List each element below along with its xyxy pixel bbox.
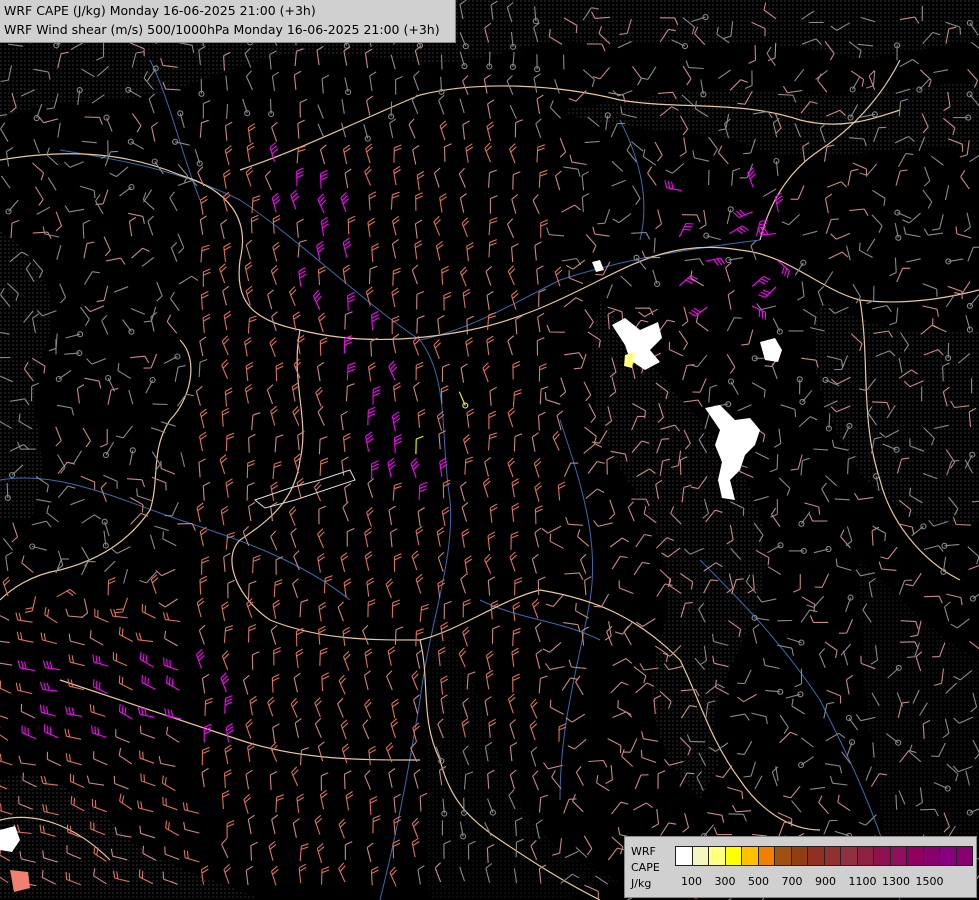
legend-tick: 1100 <box>848 875 877 888</box>
legend-model-label: WRF <box>631 845 656 858</box>
legend-swatch <box>741 846 759 866</box>
legend-tick: 100 <box>681 875 702 888</box>
legend-swatch <box>823 846 841 866</box>
legend-swatch <box>889 846 907 866</box>
legend-swatch <box>675 846 693 866</box>
wind-barb <box>6 482 9 498</box>
legend-swatch <box>922 846 940 866</box>
wind-barb <box>947 342 950 359</box>
legend-swatch <box>774 846 792 866</box>
legend-swatch <box>939 846 957 866</box>
legend-tick: 500 <box>748 875 769 888</box>
legend-swatch <box>906 846 924 866</box>
legend-tick: 900 <box>815 875 836 888</box>
wind-barb <box>152 403 168 406</box>
wind-barb <box>488 51 491 67</box>
legend-swatch <box>955 846 973 866</box>
title-cape: WRF CAPE (J/kg) Monday 16-06-2025 21:00 … <box>4 3 316 18</box>
legend-swatch <box>840 846 858 866</box>
map-title-box: WRF CAPE (J/kg) Monday 16-06-2025 21:00 … <box>0 0 456 43</box>
legend-unit-label: J/kg <box>631 877 652 890</box>
cape-legend: WRF CAPE J/kg 100 300 500 700 900 1100 1300 150… <box>624 836 977 898</box>
legend-swatch <box>807 846 825 866</box>
legend-field-label: CAPE <box>631 861 660 874</box>
legend-swatch <box>691 846 709 866</box>
legend-swatch <box>856 846 874 866</box>
legend-swatch <box>757 846 775 866</box>
legend-tick: 700 <box>781 875 803 888</box>
legend-swatch <box>873 846 891 866</box>
wind-barb <box>440 54 443 70</box>
title-wind-shear: WRF Wind shear (m/s) 500/1000hPa Monday … <box>4 22 440 37</box>
wind-barb <box>269 98 272 115</box>
wind-barb <box>390 101 393 117</box>
legend-swatch <box>724 846 742 866</box>
legend-tick: 300 <box>714 875 736 888</box>
legend-tick: 1300 <box>882 875 910 888</box>
legend-tick: 1500 <box>915 875 944 888</box>
legend-swatch <box>790 846 808 866</box>
map-canvas <box>0 0 979 900</box>
legend-swatch <box>708 846 726 866</box>
